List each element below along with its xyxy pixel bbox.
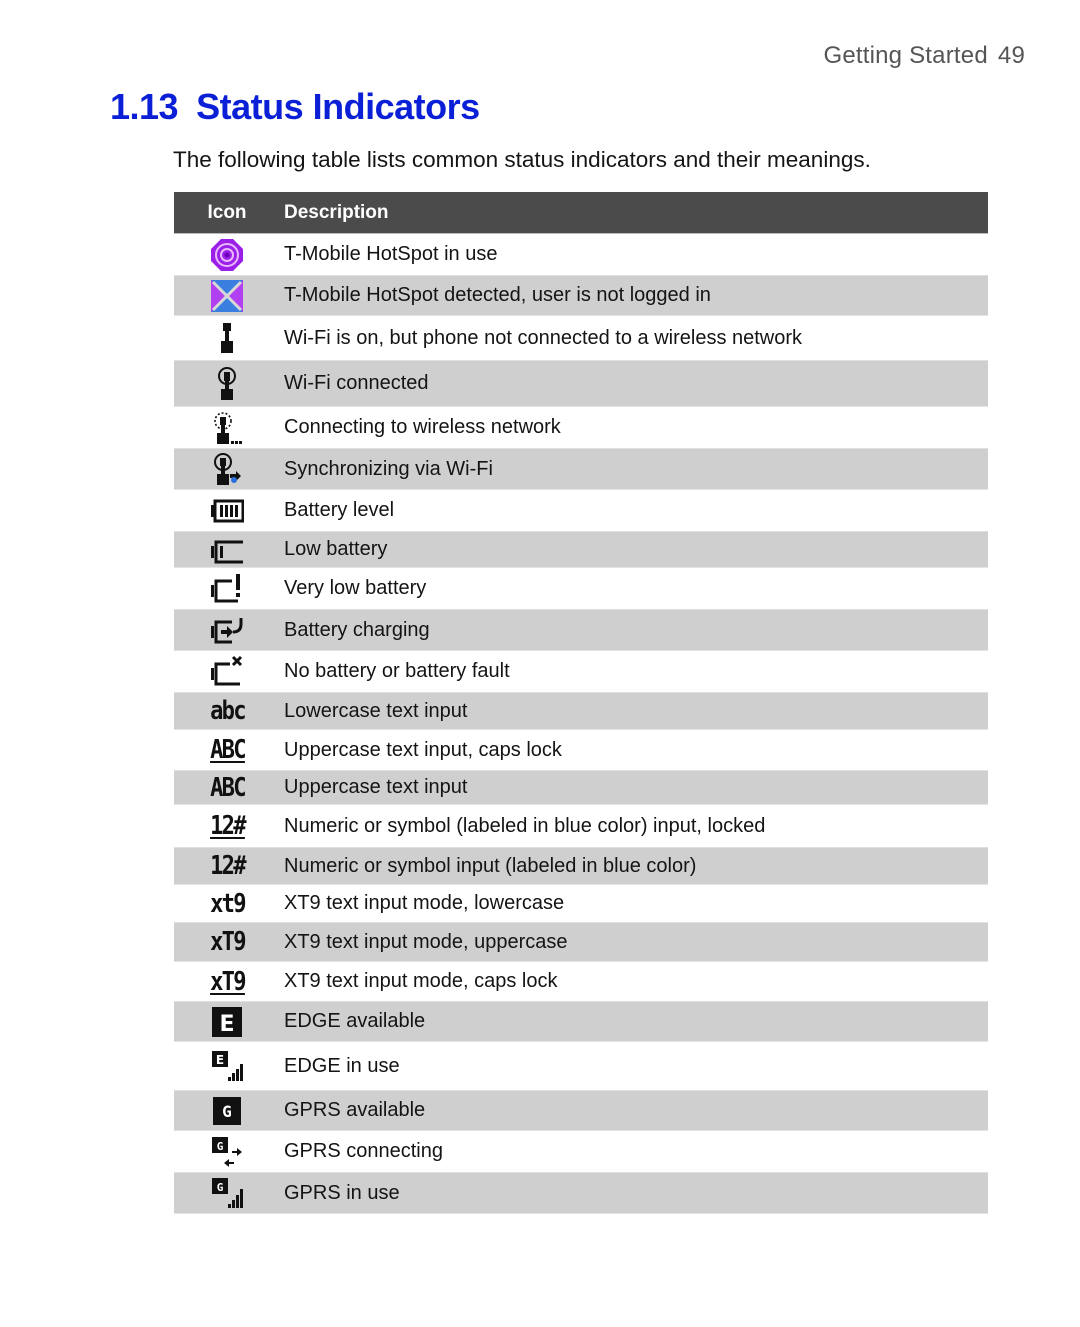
- tmobile-hotspot-not-logged-in-icon: [211, 279, 243, 312]
- battery-charging-icon: [211, 618, 243, 644]
- row-description: XT9 text input mode, lowercase: [284, 892, 565, 914]
- table-row: T-Mobile HotSpot in use: [174, 234, 988, 275]
- running-header: Getting Started 49: [823, 42, 1025, 70]
- wifi-connected-icon: [218, 366, 236, 400]
- wifi-sync-icon: [214, 453, 241, 485]
- table-row: Very low battery: [174, 568, 988, 609]
- section-title-text: Status Indicators: [196, 86, 480, 127]
- numeric-locked-icon: 12#: [209, 811, 247, 841]
- row-description: T-Mobile HotSpot detected, user is not l…: [284, 284, 711, 306]
- row-description: GPRS connecting: [284, 1140, 443, 1162]
- row-description: Lowercase text input: [284, 699, 468, 722]
- row-description: Wi-Fi connected: [284, 372, 429, 394]
- row-description: Low battery: [284, 538, 388, 560]
- running-header-section: Getting Started: [823, 42, 988, 69]
- row-description: XT9 text input mode, caps lock: [284, 970, 558, 992]
- table-row: E EDGE available: [174, 1001, 988, 1042]
- table-header: Icon Description: [174, 192, 988, 234]
- table-row: Wi-Fi connected: [174, 360, 988, 407]
- wifi-connecting-icon: [214, 411, 242, 444]
- row-description: Wi-Fi is on, but phone not connected to …: [284, 326, 803, 349]
- xt9-lowercase-icon: xt9: [209, 888, 247, 919]
- battery-fault-icon: [211, 655, 243, 685]
- table-row: xT9 XT9 text input mode, uppercase: [174, 922, 988, 962]
- row-description: Battery level: [284, 499, 395, 521]
- svg-text:G: G: [222, 1102, 232, 1121]
- column-header-description: Description: [284, 201, 389, 223]
- row-description: Battery charging: [284, 618, 430, 641]
- row-description: Synchronizing via Wi-Fi: [284, 457, 493, 480]
- row-description: GPRS in use: [284, 1181, 400, 1204]
- lowercase-input-icon: abc: [209, 696, 247, 726]
- uppercase-input-icon: ABC: [209, 772, 247, 803]
- svg-text:G: G: [217, 1140, 224, 1153]
- row-description: EDGE in use: [284, 1054, 400, 1077]
- row-description: Numeric or symbol (labeled in blue color…: [284, 814, 766, 837]
- section-title: 1.13 Status Indicators: [110, 86, 480, 128]
- section-number: 1.13: [110, 86, 179, 127]
- page-number: 49: [997, 42, 1025, 69]
- edge-available-icon: E: [212, 1006, 242, 1037]
- gprs-in-use-icon: G: [212, 1178, 243, 1208]
- table-row: 12# Numeric or symbol (labeled in blue c…: [174, 805, 988, 847]
- status-indicators-table: Icon Description T-Mobile HotSpot in use…: [174, 192, 988, 1214]
- table-row: E EDGE in use: [174, 1042, 988, 1090]
- table-row: G GPRS in use: [174, 1172, 988, 1214]
- row-description: Uppercase text input: [284, 776, 468, 798]
- column-header-icon: Icon: [207, 201, 247, 223]
- table-row: ABC Uppercase text input: [174, 770, 988, 805]
- row-description: GPRS available: [284, 1099, 426, 1121]
- row-description: Very low battery: [284, 577, 427, 599]
- xt9-capslock-icon: xT9: [209, 966, 247, 997]
- table-row: abc Lowercase text input: [174, 692, 988, 730]
- battery-very-low-icon: [211, 573, 240, 602]
- row-description: Numeric or symbol input (labeled in blue…: [284, 854, 697, 877]
- table-row: Connecting to wireless network: [174, 407, 988, 448]
- row-description: Uppercase text input, caps lock: [284, 738, 562, 761]
- tmobile-hotspot-in-use-icon: [211, 238, 243, 271]
- table-row: Synchronizing via Wi-Fi: [174, 448, 988, 490]
- table-row: Wi-Fi is on, but phone not connected to …: [174, 316, 988, 360]
- svg-text:G: G: [217, 1181, 224, 1194]
- table-row: xt9 XT9 text input mode, lowercase: [174, 885, 988, 922]
- row-description: Connecting to wireless network: [284, 416, 561, 438]
- table-row: T-Mobile HotSpot detected, user is not l…: [174, 275, 988, 316]
- table-row: Battery charging: [174, 609, 988, 651]
- wifi-on-not-connected-icon: [221, 323, 233, 353]
- row-description: No battery or battery fault: [284, 660, 510, 682]
- table-row: G GPRS connecting: [174, 1131, 988, 1172]
- svg-text:E: E: [219, 1012, 234, 1037]
- battery-low-icon: [211, 540, 243, 563]
- edge-in-use-icon: E: [212, 1051, 243, 1081]
- table-row: G GPRS available: [174, 1090, 988, 1131]
- battery-level-icon: [211, 499, 244, 522]
- intro-paragraph: The following table lists common status …: [173, 147, 871, 172]
- numeric-input-icon: 12#: [209, 851, 247, 881]
- gprs-connecting-icon: G: [212, 1136, 242, 1167]
- table-row: 12# Numeric or symbol input (labeled in …: [174, 847, 988, 885]
- row-description: T-Mobile HotSpot in use: [284, 243, 498, 265]
- row-description: EDGE available: [284, 1010, 426, 1032]
- table-row: Battery level: [174, 490, 988, 531]
- gprs-available-icon: G: [213, 1096, 241, 1125]
- xt9-uppercase-icon: xT9: [209, 927, 247, 957]
- svg-text:E: E: [216, 1053, 224, 1067]
- table-row: Low battery: [174, 531, 988, 568]
- table-row: xT9 XT9 text input mode, caps lock: [174, 962, 988, 1001]
- uppercase-capslock-icon: ABC: [209, 735, 247, 765]
- table-row: ABC Uppercase text input, caps lock: [174, 730, 988, 770]
- row-description: XT9 text input mode, uppercase: [284, 930, 568, 953]
- table-row: No battery or battery fault: [174, 651, 988, 692]
